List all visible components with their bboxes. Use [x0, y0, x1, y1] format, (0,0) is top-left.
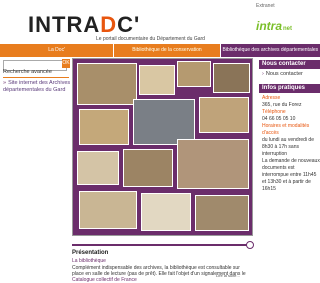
search-ok-button[interactable]: OK	[62, 59, 70, 68]
carousel-track	[72, 244, 253, 246]
bullet-icon: »	[3, 80, 7, 86]
sidebar-divider	[3, 77, 69, 78]
contact-box-title: Nous contacter	[259, 60, 320, 69]
logo-text-suffix: C'	[117, 12, 141, 37]
collage-photo	[195, 195, 249, 231]
collage-photo	[123, 149, 173, 187]
photo-collage	[72, 58, 253, 236]
collage-photo	[177, 139, 249, 189]
phone-value: 04 66 05 05 10	[262, 116, 296, 122]
logo-text-o: D	[100, 12, 118, 37]
intranet-logo[interactable]: intranet	[256, 20, 292, 35]
hours-label: Horaires et modalités d'accès	[262, 123, 310, 136]
collage-photo	[77, 63, 137, 105]
nav-item-ladoc[interactable]: La Doc'	[0, 44, 114, 57]
site-tagline: Le portail documentaire du Département d…	[96, 36, 205, 42]
arrow-icon: ›	[262, 71, 264, 77]
contact-link-label: Nous contacter	[265, 71, 303, 77]
collage-photo	[79, 109, 129, 145]
archives-website-link-label: Site internet des Archives départemental…	[3, 80, 71, 93]
carousel-handle[interactable]	[246, 241, 254, 249]
collage-photo	[177, 61, 211, 87]
collage-photo	[199, 97, 249, 133]
practical-info: Adresse 365, rue du Forez Téléphone 04 6…	[259, 95, 320, 193]
address-value: 365, rue du Forez	[262, 102, 302, 108]
advanced-search-link[interactable]: Recherche avancée	[3, 69, 52, 75]
collage-photo	[79, 191, 137, 229]
hours-value: du lundi au vendredi de 8h30 à 17h sans …	[262, 137, 314, 157]
intranet-logo-text: intra	[256, 19, 283, 33]
collage-photo	[139, 65, 175, 95]
collage-photo	[77, 151, 119, 185]
collage-photo	[213, 63, 250, 93]
site-logo[interactable]: INTRADC'	[28, 14, 140, 36]
logo-text-prefix: INTRA	[28, 12, 101, 37]
presentation-subtitle: La bibliothèque	[72, 258, 106, 264]
nav-item-archives[interactable]: Bibliothèque des archives départementale…	[219, 44, 320, 57]
extranet-link[interactable]: Extranet	[256, 3, 275, 9]
nav-item-conservation[interactable]: Bibliothèque de la conservation départem…	[113, 44, 220, 66]
requests-note: La demande de nouveaux documents est int…	[262, 158, 320, 192]
main-navigation: La Doc' Bibliothèque de la conservation …	[0, 44, 320, 66]
contact-link[interactable]: › Nous contacter	[259, 71, 320, 77]
phone-label: Téléphone	[262, 109, 286, 115]
read-more-link[interactable]: Lire la suite...	[216, 273, 240, 278]
intranet-logo-net: net	[283, 26, 293, 32]
infos-box-title: Infos pratiques	[259, 84, 320, 93]
address-label: Adresse	[262, 95, 281, 101]
catalogue-link[interactable]: Catalogue collectif de France	[72, 277, 137, 283]
collage-photo	[141, 193, 191, 231]
presentation-title: Présentation	[72, 250, 109, 256]
archives-website-link[interactable]: » Site internet des Archives départementa…	[3, 80, 71, 94]
